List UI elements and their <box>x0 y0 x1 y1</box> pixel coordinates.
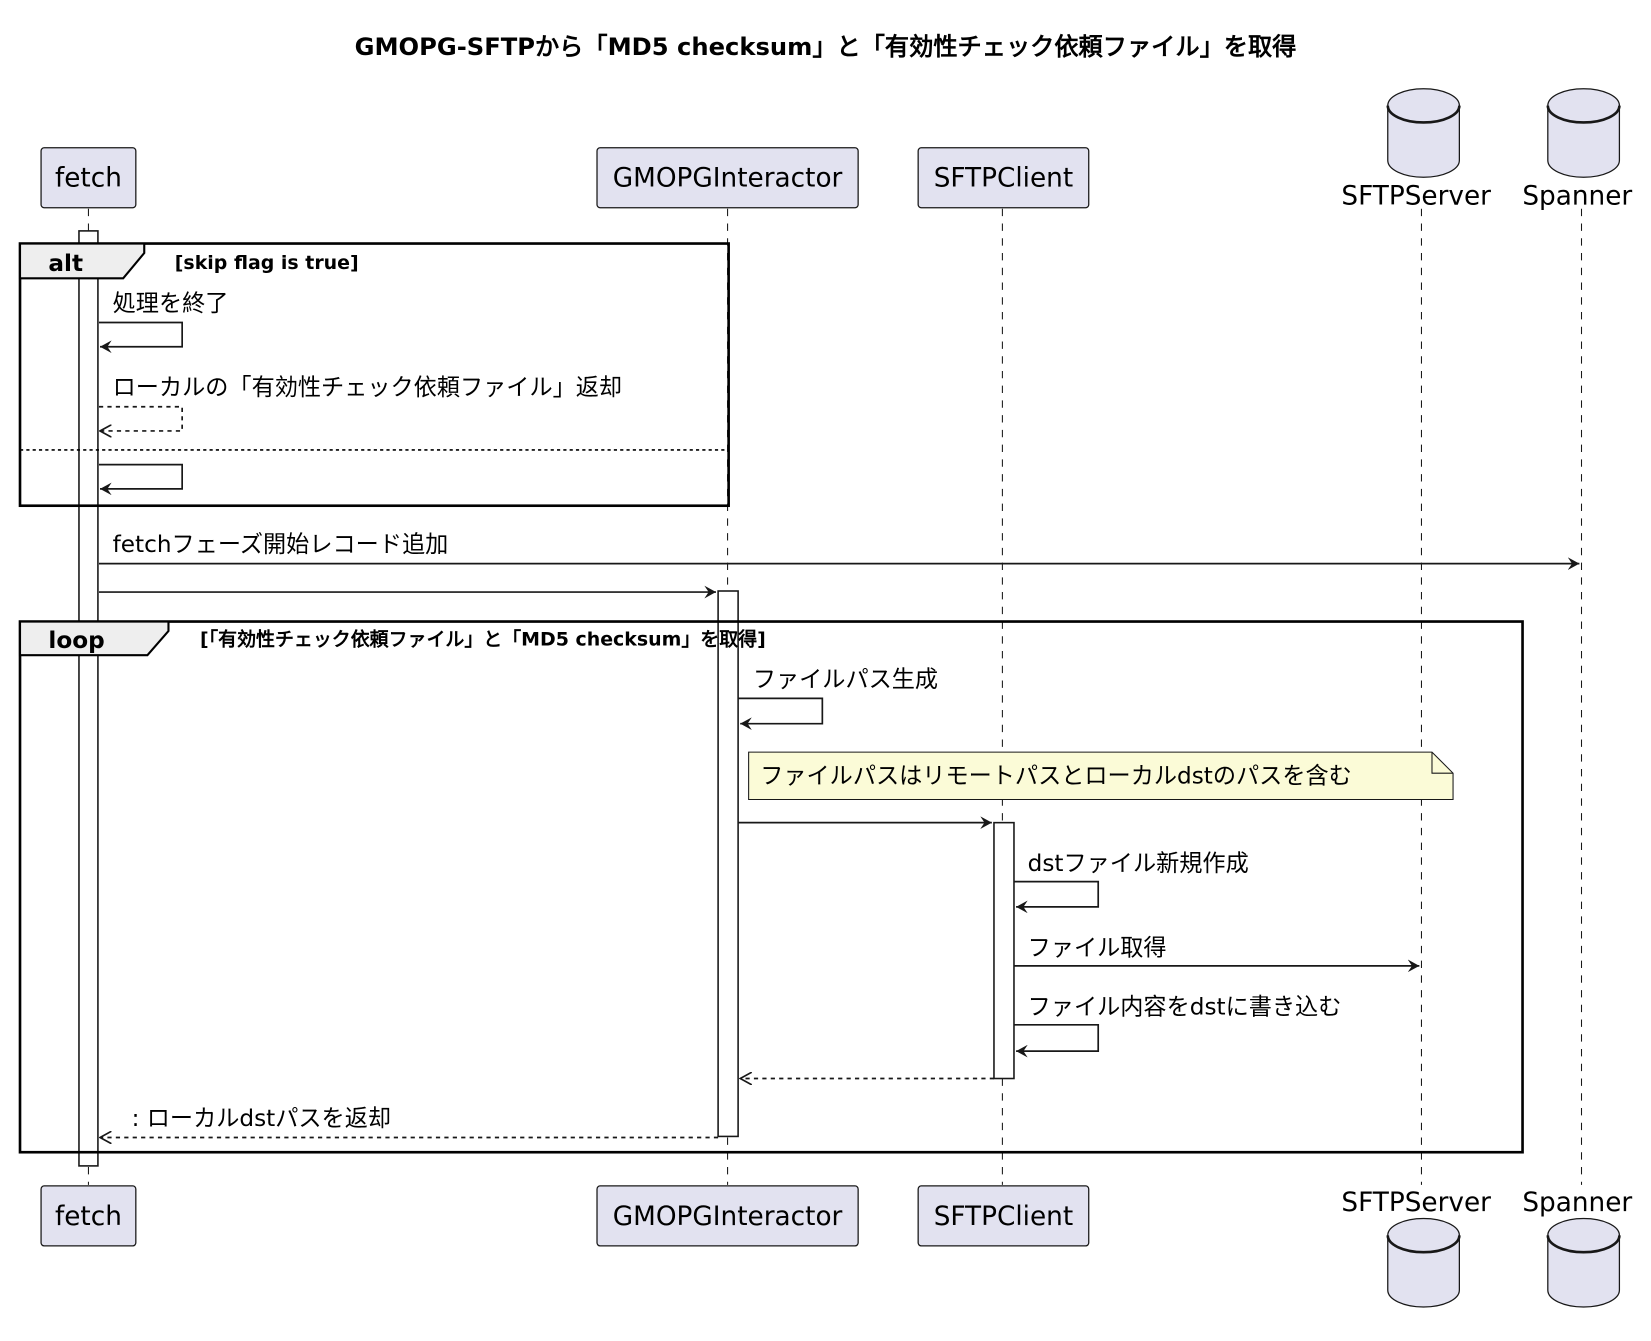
msg-return-local: ローカルの「有効性チェック依頼ファイル」返却 <box>113 375 622 401</box>
svg-text:ファイルパスはリモートパスとローカルdstのパスを含む: ファイルパスはリモートパスとローカルdstのパスを含む <box>760 764 1352 790</box>
note: ファイルパスはリモートパスとローカルdstのパスを含む <box>748 751 1454 801</box>
database-sftpserver-top: SFTPServer <box>1341 88 1491 212</box>
self-arrow <box>98 463 183 496</box>
participant-gmopg-top: GMOPGInteractor <box>596 147 859 209</box>
msg-return-dst: : ローカルdstパスを返却 <box>132 1106 391 1132</box>
svg-text:fetch: fetch <box>55 164 122 194</box>
sequence-diagram: GMOPG-SFTPから「MD5 checksum」と「有効性チェック依頼ファイ… <box>18 33 1632 1308</box>
participant-fetch-bottom: fetch <box>40 1185 137 1247</box>
svg-text:alt: alt <box>48 251 83 277</box>
svg-text:GMOPGInteractor: GMOPGInteractor <box>613 164 843 194</box>
self-arrow <box>738 697 824 730</box>
database-icon <box>1547 88 1621 178</box>
svg-text:SFTPClient: SFTPClient <box>934 1202 1073 1232</box>
activation-gmopg <box>717 590 739 1138</box>
svg-text:Spanner: Spanner <box>1522 182 1632 212</box>
self-arrow <box>98 321 183 354</box>
msg-write-dst: ファイル内容をdstに書き込む <box>1028 994 1342 1020</box>
diagram-title: GMOPG-SFTPから「MD5 checksum」と「有効性チェック依頼ファイ… <box>355 33 1297 61</box>
msg-new-dst: dstファイル新規作成 <box>1028 851 1249 877</box>
self-return-arrow <box>98 405 183 431</box>
database-spanner-top: Spanner <box>1522 88 1632 212</box>
svg-text:SFTPClient: SFTPClient <box>934 164 1073 194</box>
activation-fetch <box>78 230 99 1167</box>
svg-text:SFTPServer: SFTPServer <box>1341 182 1491 212</box>
msg-gen-path: ファイルパス生成 <box>753 667 938 693</box>
database-sftpserver-bottom: SFTPServer <box>1341 1188 1491 1308</box>
msg-add-record: fetchフェーズ開始レコード追加 <box>113 532 449 558</box>
self-arrow <box>1013 880 1100 914</box>
msg-get-file: ファイル取得 <box>1028 935 1167 961</box>
svg-text:SFTPServer: SFTPServer <box>1341 1188 1491 1218</box>
svg-text:Spanner: Spanner <box>1522 1188 1632 1218</box>
participant-gmopg-bottom: GMOPGInteractor <box>596 1185 859 1247</box>
database-icon <box>1387 1217 1460 1308</box>
self-arrow <box>1013 1023 1100 1058</box>
participant-fetch-top: fetch <box>40 147 137 209</box>
database-icon <box>1547 1217 1621 1308</box>
database-spanner-bottom: Spanner <box>1522 1188 1632 1308</box>
activation-sftpclient <box>993 821 1015 1080</box>
msg-end-processing: 処理を終了 <box>113 291 229 317</box>
database-icon <box>1387 88 1460 178</box>
svg-text:GMOPGInteractor: GMOPGInteractor <box>613 1202 843 1232</box>
svg-text:loop: loop <box>48 628 104 654</box>
participant-sftpclient-top: SFTPClient <box>917 147 1090 209</box>
svg-text:[「有効性チェック依頼ファイル」と「MD5 checksum: [「有効性チェック依頼ファイル」と「MD5 checksum」を取得] <box>200 628 766 651</box>
loop-fragment: loop [「有効性チェック依頼ファイル」と「MD5 checksum」を取得] <box>18 620 1524 1154</box>
svg-text:fetch: fetch <box>55 1202 122 1232</box>
svg-text:[skip flag is true]: [skip flag is true] <box>175 252 359 274</box>
participant-sftpclient-bottom: SFTPClient <box>917 1185 1090 1247</box>
